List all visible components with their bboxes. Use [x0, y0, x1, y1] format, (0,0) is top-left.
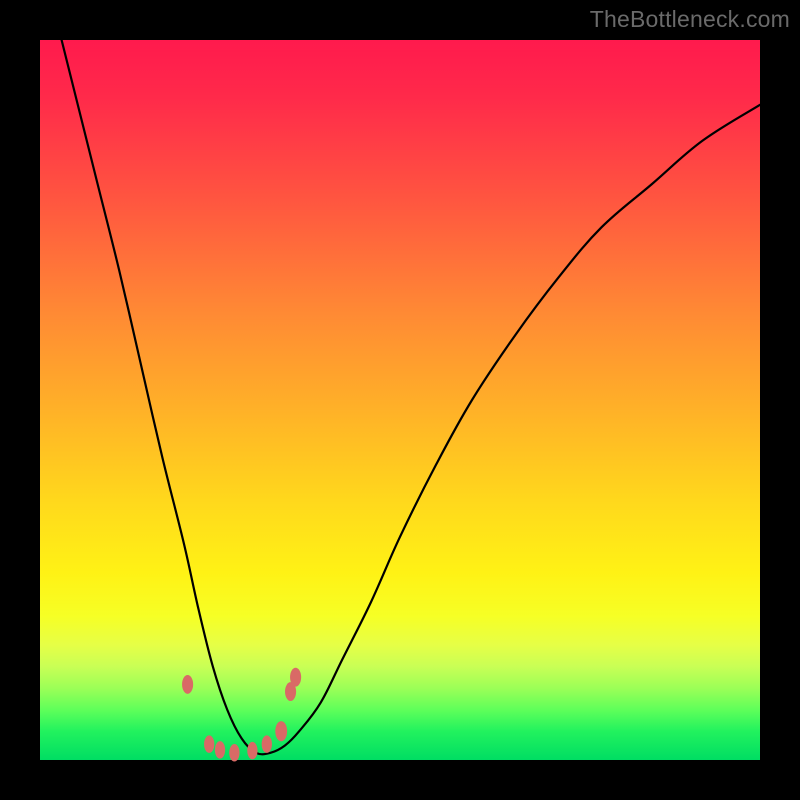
curve-marker — [182, 675, 193, 694]
curve-marker — [262, 735, 272, 753]
plot-area — [40, 40, 760, 760]
curve-marker — [215, 741, 225, 759]
curve-path — [62, 40, 760, 754]
watermark-text: TheBottleneck.com — [590, 6, 790, 33]
bottleneck-curve — [40, 40, 760, 760]
curve-marker — [229, 744, 239, 762]
curve-marker — [275, 721, 287, 741]
curve-marker — [247, 742, 257, 760]
chart-frame: TheBottleneck.com — [0, 0, 800, 800]
curve-marker — [204, 735, 214, 753]
curve-marker — [290, 668, 301, 687]
